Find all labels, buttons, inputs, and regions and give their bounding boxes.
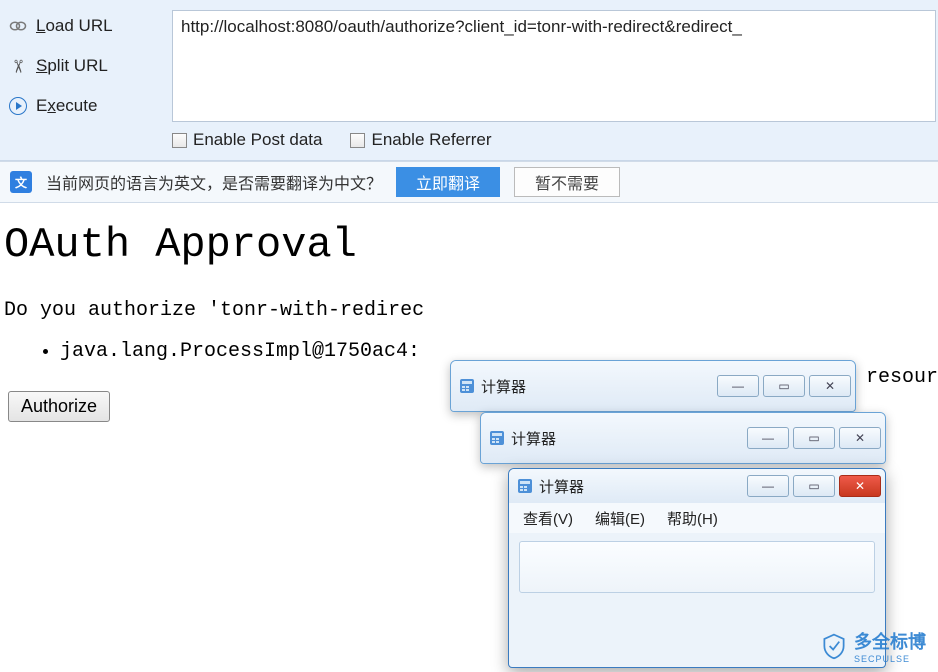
shield-icon bbox=[820, 632, 848, 660]
menu-view[interactable]: 查看(V) bbox=[523, 508, 573, 529]
enable-referrer-label: Enable Referrer bbox=[371, 130, 491, 150]
close-button[interactable]: ✕ bbox=[839, 427, 881, 449]
enable-referrer-checkbox[interactable]: Enable Referrer bbox=[350, 130, 491, 150]
url-tool-panel: Load URL ✂ Split URL Execute http://loca… bbox=[0, 0, 938, 161]
split-url-button[interactable]: ✂ Split URL bbox=[0, 46, 172, 86]
translate-dismiss-button[interactable]: 暂不需要 bbox=[514, 167, 620, 197]
translate-icon: 文 bbox=[10, 171, 32, 193]
translate-prompt: 当前网页的语言为英文，是否需要翻译为中文？ bbox=[46, 170, 382, 194]
window-title: 计算器 bbox=[481, 376, 707, 397]
menu-edit[interactable]: 编辑(E) bbox=[595, 508, 645, 529]
calculator-window-1[interactable]: 计算器 — ▭ ✕ bbox=[450, 360, 856, 412]
play-icon bbox=[9, 97, 27, 115]
cutoff-text: resour bbox=[866, 366, 938, 389]
tool-button-column: Load URL ✂ Split URL Execute bbox=[0, 6, 172, 126]
checkbox-icon bbox=[350, 133, 365, 148]
maximize-button[interactable]: ▭ bbox=[763, 375, 805, 397]
execute-button[interactable]: Execute bbox=[0, 86, 172, 126]
minimize-button[interactable]: — bbox=[747, 475, 789, 497]
execute-label: Execute bbox=[36, 96, 97, 115]
calculator-display bbox=[519, 541, 875, 593]
maximize-button[interactable]: ▭ bbox=[793, 475, 835, 497]
page-title: OAuth Approval bbox=[4, 221, 934, 269]
load-url-button[interactable]: Load URL bbox=[0, 6, 172, 46]
calculator-icon bbox=[459, 378, 475, 394]
translate-bar: 文 当前网页的语言为英文，是否需要翻译为中文？ 立即翻译 暂不需要 bbox=[0, 161, 938, 203]
watermark: 多全标博 SECPULSE bbox=[820, 628, 926, 664]
scissors-icon: ✂ bbox=[8, 58, 29, 73]
calculator-window-2[interactable]: 计算器 — ▭ ✕ bbox=[480, 412, 886, 464]
watermark-brand: 多全标博 bbox=[854, 632, 926, 652]
checkbox-icon bbox=[172, 133, 187, 148]
split-url-label: Split URL bbox=[36, 56, 108, 75]
minimize-button[interactable]: — bbox=[717, 375, 759, 397]
authorize-button[interactable]: Authorize bbox=[8, 391, 110, 422]
calculator-icon bbox=[517, 478, 533, 494]
watermark-sub: SECPULSE bbox=[854, 654, 926, 664]
url-input[interactable]: http://localhost:8080/oauth/authorize?cl… bbox=[172, 10, 936, 122]
link-icon bbox=[9, 19, 27, 33]
translate-now-button[interactable]: 立即翻译 bbox=[396, 167, 500, 197]
minimize-button[interactable]: — bbox=[747, 427, 789, 449]
load-url-label: Load URL bbox=[36, 16, 113, 35]
close-button[interactable]: ✕ bbox=[809, 375, 851, 397]
calculator-icon bbox=[489, 430, 505, 446]
close-button[interactable]: ✕ bbox=[839, 475, 881, 497]
maximize-button[interactable]: ▭ bbox=[793, 427, 835, 449]
calculator-menubar: 查看(V) 编辑(E) 帮助(H) bbox=[509, 503, 885, 533]
authorize-question: Do you authorize 'tonr-with-redirec bbox=[4, 299, 934, 322]
window-title: 计算器 bbox=[511, 428, 737, 449]
window-title: 计算器 bbox=[539, 476, 737, 497]
enable-post-label: Enable Post data bbox=[193, 130, 322, 150]
enable-post-checkbox[interactable]: Enable Post data bbox=[172, 130, 322, 150]
menu-help[interactable]: 帮助(H) bbox=[667, 508, 718, 529]
